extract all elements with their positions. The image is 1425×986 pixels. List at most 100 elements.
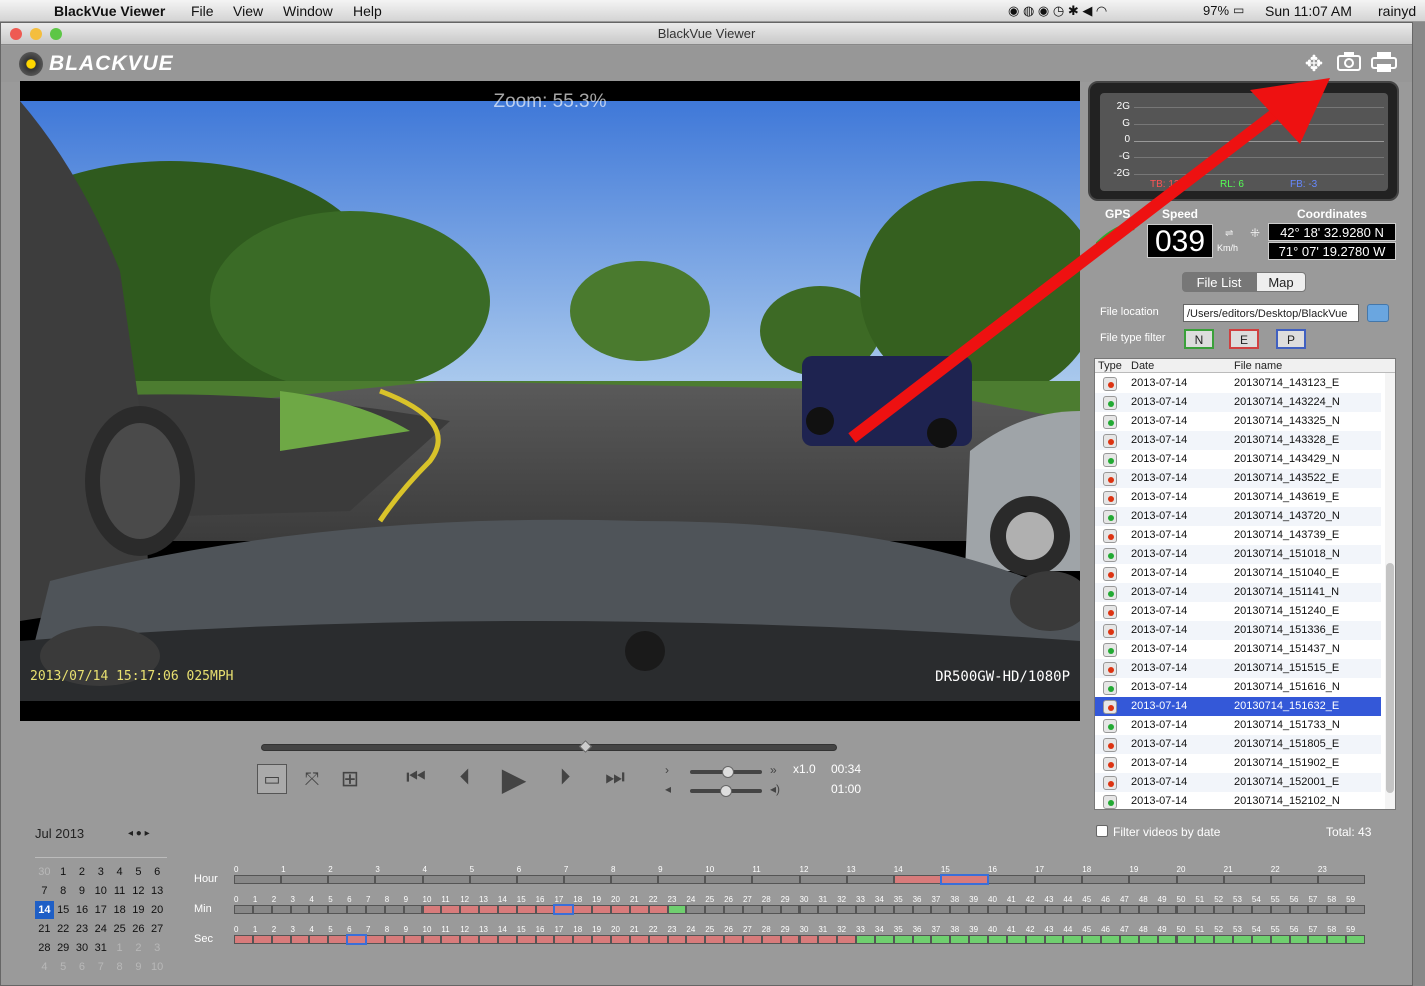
volume-slider[interactable] xyxy=(690,785,762,797)
file-list-row[interactable]: 2013-07-14 20130714_143328_E xyxy=(1095,431,1381,450)
timeline-segment[interactable] xyxy=(1045,936,1063,943)
timeline-segment[interactable] xyxy=(480,906,497,913)
calendar-day[interactable]: 2 xyxy=(129,939,148,957)
file-list-row[interactable]: 2013-07-14 20130714_151018_N xyxy=(1095,545,1381,564)
timeline-segment[interactable] xyxy=(574,906,592,913)
window-mode-button[interactable]: ▭ xyxy=(257,764,287,794)
timeline-segment[interactable] xyxy=(366,936,384,943)
calendar-day[interactable]: 27 xyxy=(148,920,167,938)
battery-percent[interactable]: 97% xyxy=(1203,3,1229,18)
timeline-segment[interactable] xyxy=(1045,906,1063,913)
timeline-segment[interactable] xyxy=(442,906,460,913)
calendar-day[interactable]: 8 xyxy=(54,882,73,900)
calendar-day[interactable]: 5 xyxy=(129,863,148,881)
timeline-segment[interactable] xyxy=(1271,936,1289,943)
timeline-segment[interactable] xyxy=(706,936,724,943)
timeline-segment[interactable] xyxy=(725,906,742,913)
timeline-segment[interactable] xyxy=(800,936,818,943)
timeline-segment[interactable] xyxy=(932,906,950,913)
timeline-min-bar[interactable] xyxy=(234,904,1365,915)
timeline-segment[interactable] xyxy=(1139,906,1157,913)
file-list-row[interactable]: 2013-07-14 20130714_143123_E xyxy=(1095,374,1381,393)
timeline-segment[interactable] xyxy=(1234,906,1251,913)
timeline-segment[interactable] xyxy=(857,906,874,913)
timeline-segment[interactable] xyxy=(385,936,403,943)
timeline-segment[interactable] xyxy=(630,906,648,913)
timeline-segment[interactable] xyxy=(1271,876,1317,883)
timeline-segment[interactable] xyxy=(989,876,1035,883)
calendar-nav[interactable]: ◂ ● ▸ xyxy=(128,828,150,839)
file-list-row[interactable]: 2013-07-14 20130714_151632_E xyxy=(1095,697,1381,716)
timeline-segment[interactable] xyxy=(235,906,252,913)
timeline-segment[interactable] xyxy=(894,936,912,943)
timeline-segment[interactable] xyxy=(1083,936,1101,943)
timeline-segment[interactable] xyxy=(649,906,667,913)
next-file-button[interactable]: ⏭ xyxy=(597,764,633,794)
timeline-segment[interactable] xyxy=(932,936,950,943)
calendar-day[interactable]: 4 xyxy=(35,958,54,976)
timeline-segment[interactable] xyxy=(1177,906,1195,913)
calendar-day[interactable]: 7 xyxy=(35,882,54,900)
tab-map[interactable]: Map xyxy=(1256,272,1306,292)
timeline-segment[interactable] xyxy=(1290,936,1308,943)
timeline-segment[interactable] xyxy=(989,906,1006,913)
timeline-segment[interactable] xyxy=(442,936,460,943)
timeline-segment[interactable] xyxy=(1177,876,1223,883)
timeline-segment[interactable] xyxy=(800,876,846,883)
timeline-segment[interactable] xyxy=(366,906,384,913)
file-list-row[interactable]: 2013-07-14 20130714_152001_E xyxy=(1095,773,1381,792)
timeline-segment[interactable] xyxy=(939,874,990,885)
timeline-segment[interactable] xyxy=(1139,936,1157,943)
timeline-segment[interactable] xyxy=(970,906,987,913)
timeline-segment[interactable] xyxy=(461,906,479,913)
timeline-segment[interactable] xyxy=(838,906,856,913)
timeline-segment[interactable] xyxy=(1234,936,1251,943)
tab-file-list[interactable]: File List xyxy=(1182,272,1256,292)
timeline-segment[interactable] xyxy=(1083,906,1101,913)
timeline-segment[interactable] xyxy=(1196,936,1214,943)
calendar-day[interactable]: 25 xyxy=(110,920,129,938)
timeline-segment[interactable] xyxy=(593,936,610,943)
file-list-row[interactable]: 2013-07-14 20130714_151336_E xyxy=(1095,621,1381,640)
timeline-segment[interactable] xyxy=(819,906,837,913)
timeline-segment[interactable] xyxy=(1083,876,1129,883)
timeline-segment[interactable] xyxy=(951,906,969,913)
timeline-segment[interactable] xyxy=(970,936,987,943)
timeline-segment[interactable] xyxy=(235,876,281,883)
calendar-day[interactable]: 30 xyxy=(73,939,92,957)
timeline-segment[interactable] xyxy=(838,936,856,943)
timeline-segment[interactable] xyxy=(659,876,705,883)
compass-icon[interactable]: ✥ xyxy=(1300,50,1328,78)
timeline-segment[interactable] xyxy=(404,906,422,913)
calendar-day[interactable]: 6 xyxy=(148,863,167,881)
timeline-segment[interactable] xyxy=(668,906,686,913)
scroll-thumb[interactable] xyxy=(1386,563,1394,793)
timeline-segment[interactable] xyxy=(1177,936,1195,943)
menu-window[interactable]: Window xyxy=(283,3,333,19)
timeline-segment[interactable] xyxy=(1026,906,1044,913)
previous-file-button[interactable]: ⏮ xyxy=(398,764,434,794)
timeline-segment[interactable] xyxy=(687,936,705,943)
timeline-segment[interactable] xyxy=(1036,876,1082,883)
timeline-segment[interactable] xyxy=(1309,936,1327,943)
calendar-day[interactable]: 10 xyxy=(91,882,110,900)
calendar-day[interactable]: 8 xyxy=(110,958,129,976)
filter-by-date-checkbox[interactable] xyxy=(1096,825,1108,837)
timeline-segment[interactable] xyxy=(555,936,573,943)
timeline-segment[interactable] xyxy=(1328,906,1346,913)
timeline-segment[interactable] xyxy=(1271,906,1289,913)
timeline-segment[interactable] xyxy=(517,876,563,883)
play-button[interactable]: ▶ xyxy=(494,760,534,797)
file-list-row[interactable]: 2013-07-14 20130714_143720_N xyxy=(1095,507,1381,526)
timeline-segment[interactable] xyxy=(329,876,375,883)
timeline-segment[interactable] xyxy=(235,936,252,943)
timeline-sec-bar[interactable] xyxy=(234,934,1365,945)
timeline-segment[interactable] xyxy=(253,906,271,913)
calendar-day[interactable]: 6 xyxy=(73,958,92,976)
timeline-segment[interactable] xyxy=(574,936,592,943)
calendar-day[interactable]: 14 xyxy=(35,901,54,919)
file-list-row[interactable]: 2013-07-14 20130714_151437_N xyxy=(1095,640,1381,659)
timeline-segment[interactable] xyxy=(310,936,328,943)
filter-parking-button[interactable]: P xyxy=(1276,329,1306,349)
menu-file[interactable]: File xyxy=(191,3,214,19)
